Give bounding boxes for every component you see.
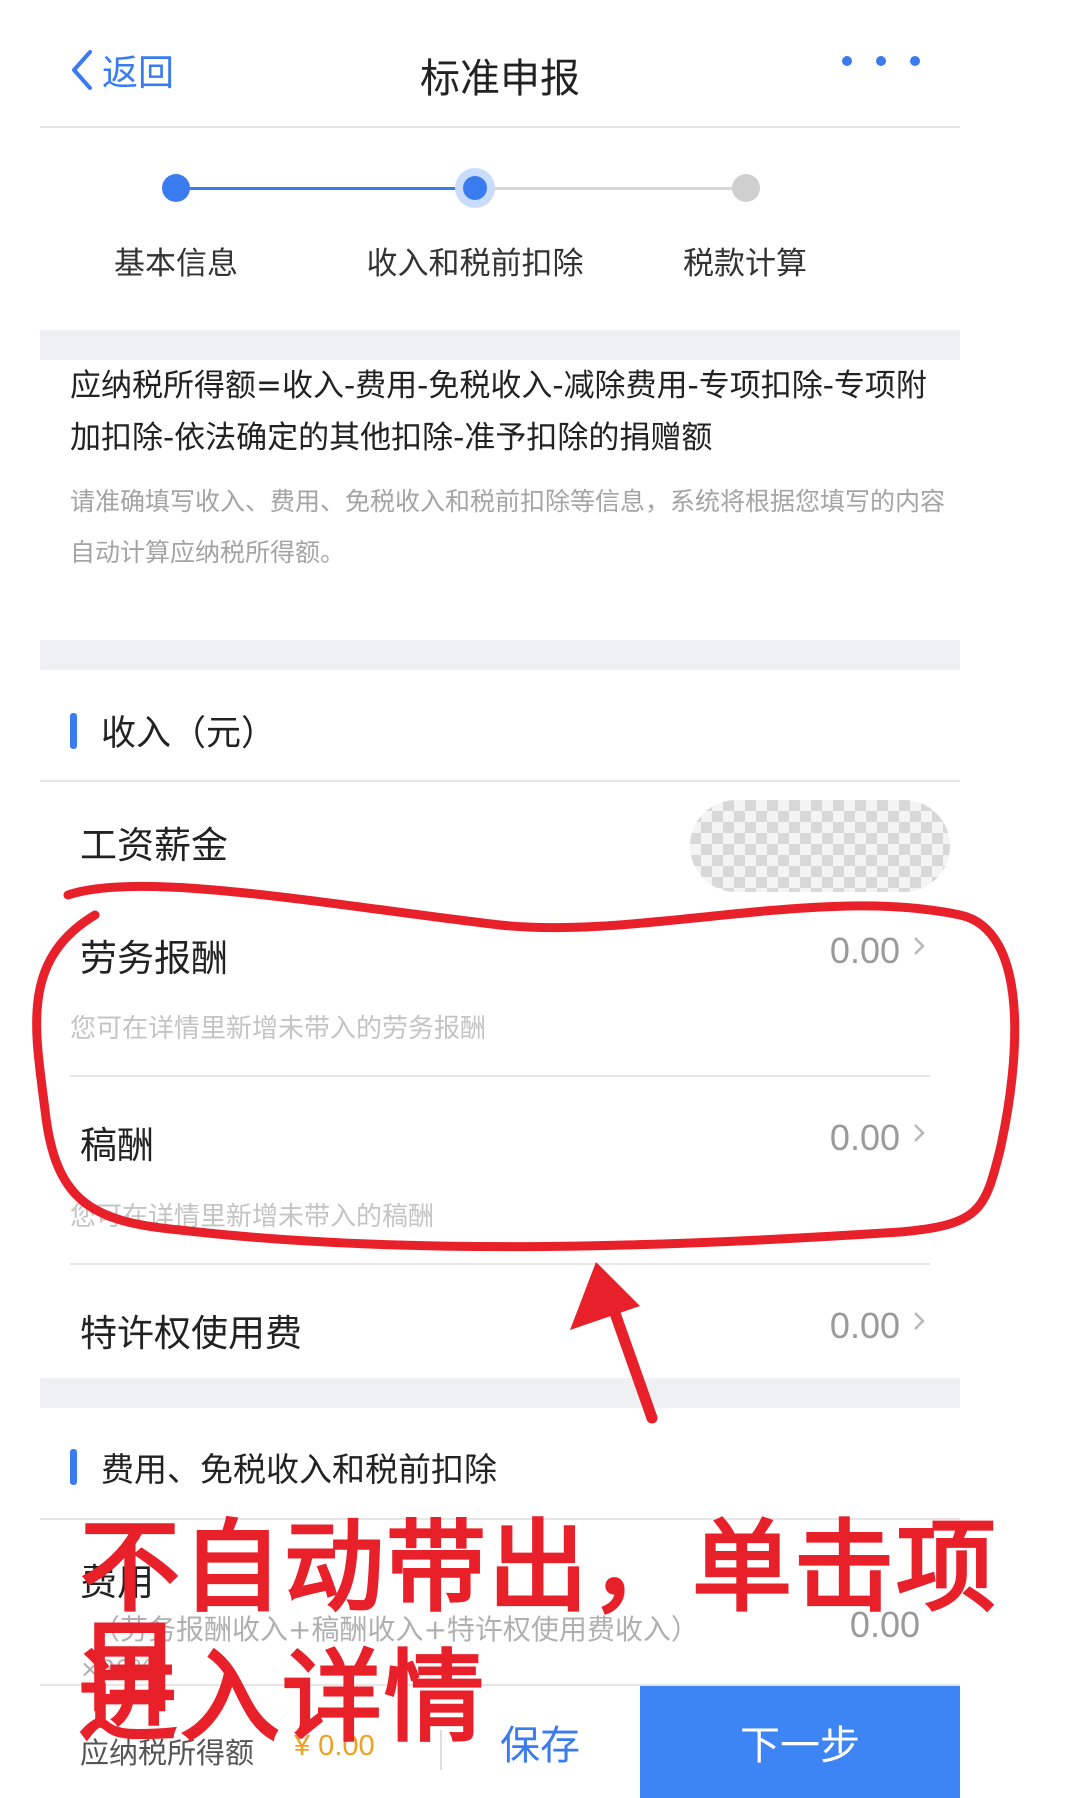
intro-block: 应纳税所得额=收入-费用-免税收入-减除费用-专项扣除-专项附加扣除-依法确定的…: [70, 360, 950, 578]
formula-text: 应纳税所得额=收入-费用-免税收入-减除费用-专项扣除-专项附加扣除-依法确定的…: [70, 368, 927, 456]
expense-title-text: 费用、免税收入和税前扣除: [101, 1450, 497, 1489]
item-value: 0.00: [829, 930, 900, 971]
step-line-pending: [475, 187, 745, 190]
item-label: 工资薪金: [80, 824, 228, 867]
section-gap: [40, 1378, 960, 1408]
hint-text: 请准确填写收入、费用、免税收入和税前扣除等信息，系统将根据您填写的内容自动计算应…: [70, 487, 946, 567]
section-accent-bar: [70, 712, 77, 749]
section-accent-bar: [70, 1449, 77, 1485]
step-dot-pending: [732, 174, 760, 202]
step-dot-done: [162, 174, 190, 202]
item-value: 0.00: [829, 1117, 900, 1158]
item-label: 稿酬: [80, 1124, 154, 1167]
step-line-done: [175, 187, 475, 190]
annotation-text-line2: 进入详情: [78, 1639, 486, 1756]
page-title: 标准申报: [420, 56, 580, 102]
item-label: 特许权使用费: [80, 1312, 302, 1355]
item-value: 0.00: [829, 1305, 900, 1346]
nav-bar: 返回 标准申报: [40, 0, 960, 128]
chevron-right-icon: [914, 937, 925, 955]
masked-value: [690, 800, 950, 892]
step-label-basic: 基本信息: [114, 246, 238, 282]
income-section-title: 收入（元）: [70, 705, 276, 756]
divider: [70, 1263, 930, 1265]
income-title-text: 收入（元）: [101, 714, 277, 754]
divider: [40, 780, 960, 782]
step-label-tax: 税款计算: [683, 246, 807, 282]
section-gap: [40, 640, 960, 670]
item-label: 劳务报酬: [80, 937, 228, 980]
item-sub: 您可在详情里新增未带入的稿酬: [70, 1202, 435, 1232]
more-menu-icon[interactable]: [842, 56, 920, 66]
item-sub: 您可在详情里新增未带入的劳务报酬: [70, 1014, 487, 1044]
step-dot-current: [463, 176, 487, 200]
expense-section-title: 费用、免税收入和税前扣除: [70, 1443, 497, 1491]
chevron-right-icon: [914, 1124, 925, 1142]
chevron-right-icon: [914, 1312, 925, 1330]
section-gap: [40, 330, 960, 360]
divider: [70, 1075, 930, 1077]
progress-steps: 基本信息 收入和税前扣除 税款计算: [40, 150, 960, 290]
